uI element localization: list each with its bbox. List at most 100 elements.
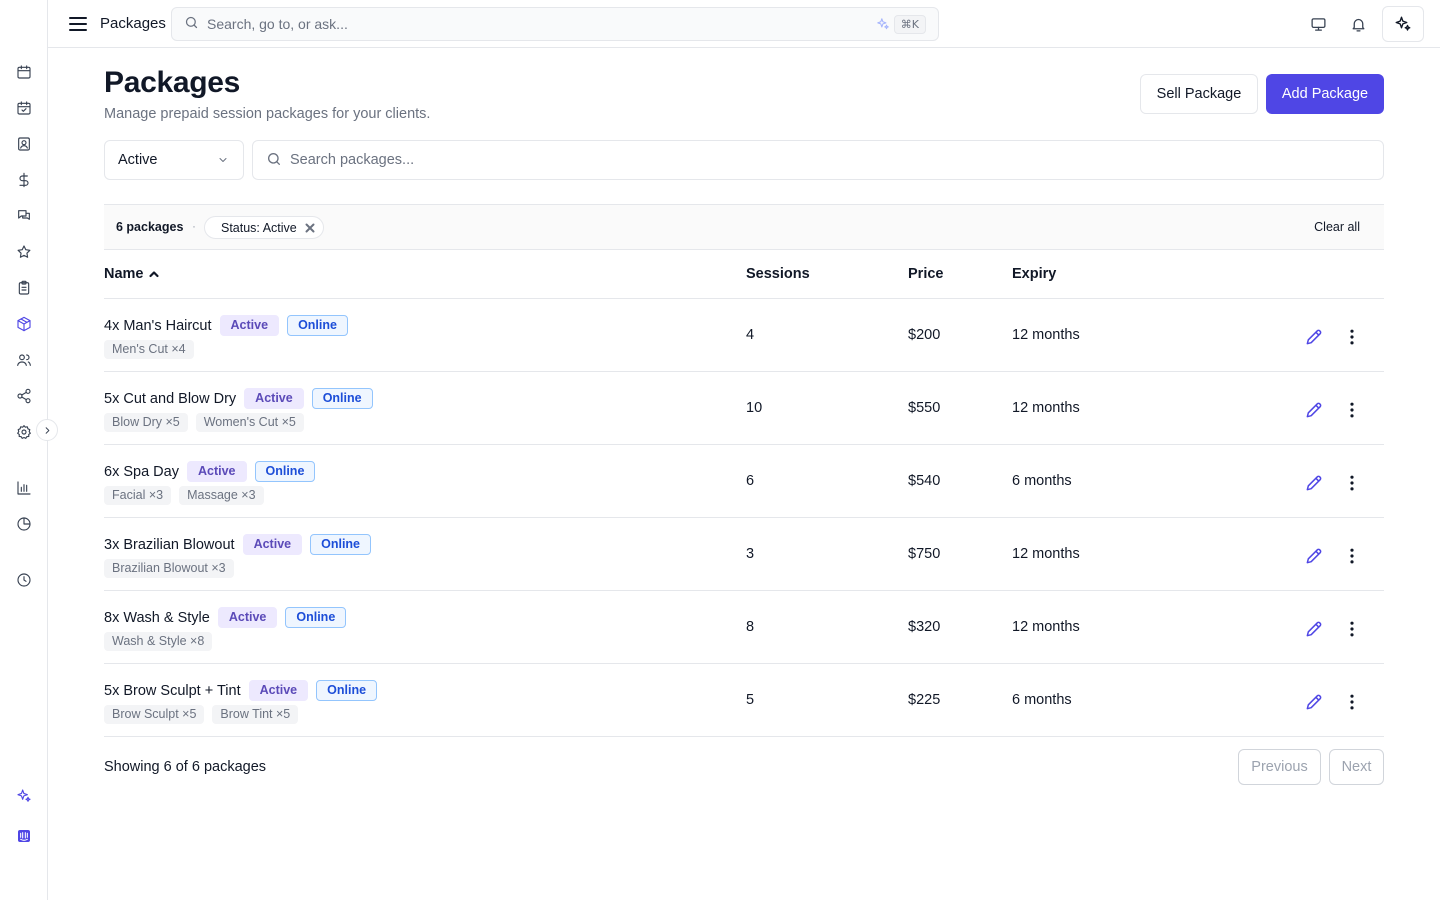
bar-chart-icon[interactable]: [14, 478, 34, 498]
menu-icon[interactable]: [68, 14, 88, 34]
column-header-name[interactable]: Name: [104, 266, 160, 282]
active-filters-bar: 6 packages · Status: Active Clear all: [104, 204, 1384, 250]
table-row[interactable]: 3x Brazilian Blowout Active Online Brazilia…: [104, 518, 1384, 591]
star-icon[interactable]: [14, 242, 34, 262]
edit-icon[interactable]: [1302, 617, 1326, 641]
expiry-cell: 12 months: [1012, 619, 1080, 635]
price-cell: $200: [908, 327, 941, 343]
expiry-cell: 6 months: [1012, 692, 1072, 708]
column-header-name-label: Name: [104, 266, 144, 282]
calendar-check-icon[interactable]: [14, 98, 34, 118]
status-select[interactable]: Active: [104, 140, 244, 180]
status-badge: Active: [219, 315, 280, 336]
status-badge: Active: [244, 388, 304, 409]
more-options-icon[interactable]: [1340, 325, 1364, 349]
online-badge: Online: [287, 315, 348, 336]
table-row[interactable]: 5x Cut and Blow Dry Active Online Blow Dry …: [104, 372, 1384, 445]
edit-icon[interactable]: [1302, 325, 1326, 349]
more-options-icon[interactable]: [1340, 690, 1364, 714]
service-tag: Facial ×3: [104, 486, 172, 505]
monitor-icon[interactable]: [1306, 12, 1330, 36]
share-icon[interactable]: [14, 386, 34, 406]
edit-icon[interactable]: [1302, 544, 1326, 568]
status-select-value: Active: [118, 152, 158, 168]
price-cell: $540: [908, 473, 941, 489]
service-tags: Brazilian Blowout ×3: [104, 559, 242, 578]
price-cell: $225: [908, 692, 941, 708]
add-package-button[interactable]: Add Package: [1266, 74, 1384, 114]
service-tags: Blow Dry ×5 Women's Cut ×5: [104, 413, 312, 432]
pie-chart-icon[interactable]: [14, 514, 34, 534]
more-options-icon[interactable]: [1340, 398, 1364, 422]
sessions-cell: 6: [746, 473, 755, 489]
chevron-right-icon: [45, 426, 49, 434]
more-options-icon[interactable]: [1340, 617, 1364, 641]
sessions-cell: 3: [746, 546, 755, 562]
service-tag: Brazilian Blowout ×3: [104, 559, 234, 578]
service-tag: Women's Cut ×5: [195, 413, 304, 432]
table-row[interactable]: 8x Wash & Style Active Online Wash & Style …: [104, 591, 1384, 664]
table-header: Name Sessions Price Expiry: [104, 250, 1384, 299]
chat-icon[interactable]: [14, 206, 34, 226]
service-tags: Wash & Style ×8: [104, 632, 220, 651]
more-options-icon[interactable]: [1340, 471, 1364, 495]
next-page-button[interactable]: Next: [1329, 749, 1384, 785]
global-search-input[interactable]: [207, 16, 847, 32]
status-badge: Active: [186, 461, 247, 482]
filter-chip-label: Status: Active: [221, 220, 297, 235]
separator: ·: [192, 219, 196, 233]
price-cell: $320: [908, 619, 941, 635]
table-row[interactable]: 5x Brow Sculpt + Tint Active Online Brow Sc…: [104, 664, 1384, 737]
edit-icon[interactable]: [1302, 471, 1326, 495]
page-title: Packages: [104, 66, 241, 99]
top-bar: Packages ⌘K: [48, 0, 1440, 48]
service-tags: Facial ×3 Massage ×3: [104, 486, 272, 505]
package-name[interactable]: 8x Wash & Style: [104, 610, 210, 626]
contact-card-icon[interactable]: [14, 134, 34, 154]
package-name[interactable]: 5x Cut and Blow Dry: [104, 391, 236, 407]
column-header-price: Price: [908, 266, 944, 282]
online-badge: Online: [316, 680, 378, 701]
dollar-icon[interactable]: [14, 170, 34, 190]
clear-all-button[interactable]: Clear all: [1314, 220, 1360, 234]
edit-icon[interactable]: [1302, 398, 1326, 422]
online-badge: Online: [311, 388, 373, 409]
users-icon[interactable]: [14, 350, 34, 370]
ai-assistant-button[interactable]: [1382, 6, 1424, 42]
package-name[interactable]: 6x Spa Day: [104, 464, 179, 480]
service-tag: Brow Tint ×5: [212, 705, 299, 724]
more-options-icon[interactable]: [1340, 544, 1364, 568]
bell-icon[interactable]: [1346, 12, 1370, 36]
pagination-summary: Showing 6 of 6 packages: [104, 759, 267, 775]
package-search[interactable]: [252, 140, 1384, 180]
global-search[interactable]: ⌘K: [171, 7, 939, 41]
status-badge: Active: [242, 534, 303, 555]
sparkle-icon: [876, 17, 890, 31]
settings-icon[interactable]: [14, 422, 34, 442]
calendar-icon[interactable]: [14, 62, 34, 82]
topbar-title: Packages: [100, 15, 166, 32]
package-name-cell: 5x Brow Sculpt + Tint Active Online: [104, 680, 378, 701]
package-name[interactable]: 3x Brazilian Blowout: [104, 537, 235, 553]
expiry-cell: 12 months: [1012, 327, 1080, 343]
expand-sidebar-button[interactable]: [36, 419, 58, 441]
table-row[interactable]: 6x Spa Day Active Online Facial ×3 Massage ×…: [104, 445, 1384, 518]
intercom-icon[interactable]: [14, 826, 34, 846]
sessions-cell: 5: [746, 692, 755, 708]
close-icon[interactable]: [305, 223, 315, 233]
table-row[interactable]: 4x Man's Haircut Active Online Men's Cut ×4…: [104, 299, 1384, 372]
sessions-cell: 10: [746, 400, 763, 416]
package-icon[interactable]: [14, 314, 34, 334]
package-name[interactable]: 4x Man's Haircut: [104, 318, 212, 334]
edit-icon[interactable]: [1302, 690, 1326, 714]
sparkle-icon[interactable]: [14, 786, 34, 806]
package-name[interactable]: 5x Brow Sculpt + Tint: [104, 683, 241, 699]
service-tags: Men's Cut ×4: [104, 340, 202, 359]
sell-package-button[interactable]: Sell Package: [1140, 74, 1258, 114]
previous-page-button[interactable]: Previous: [1238, 749, 1321, 785]
clipboard-icon[interactable]: [14, 278, 34, 298]
column-header-sessions: Sessions: [746, 266, 810, 282]
service-tag: Brow Sculpt ×5: [104, 705, 205, 724]
package-search-input[interactable]: [290, 152, 1290, 168]
clock-icon[interactable]: [14, 570, 34, 590]
